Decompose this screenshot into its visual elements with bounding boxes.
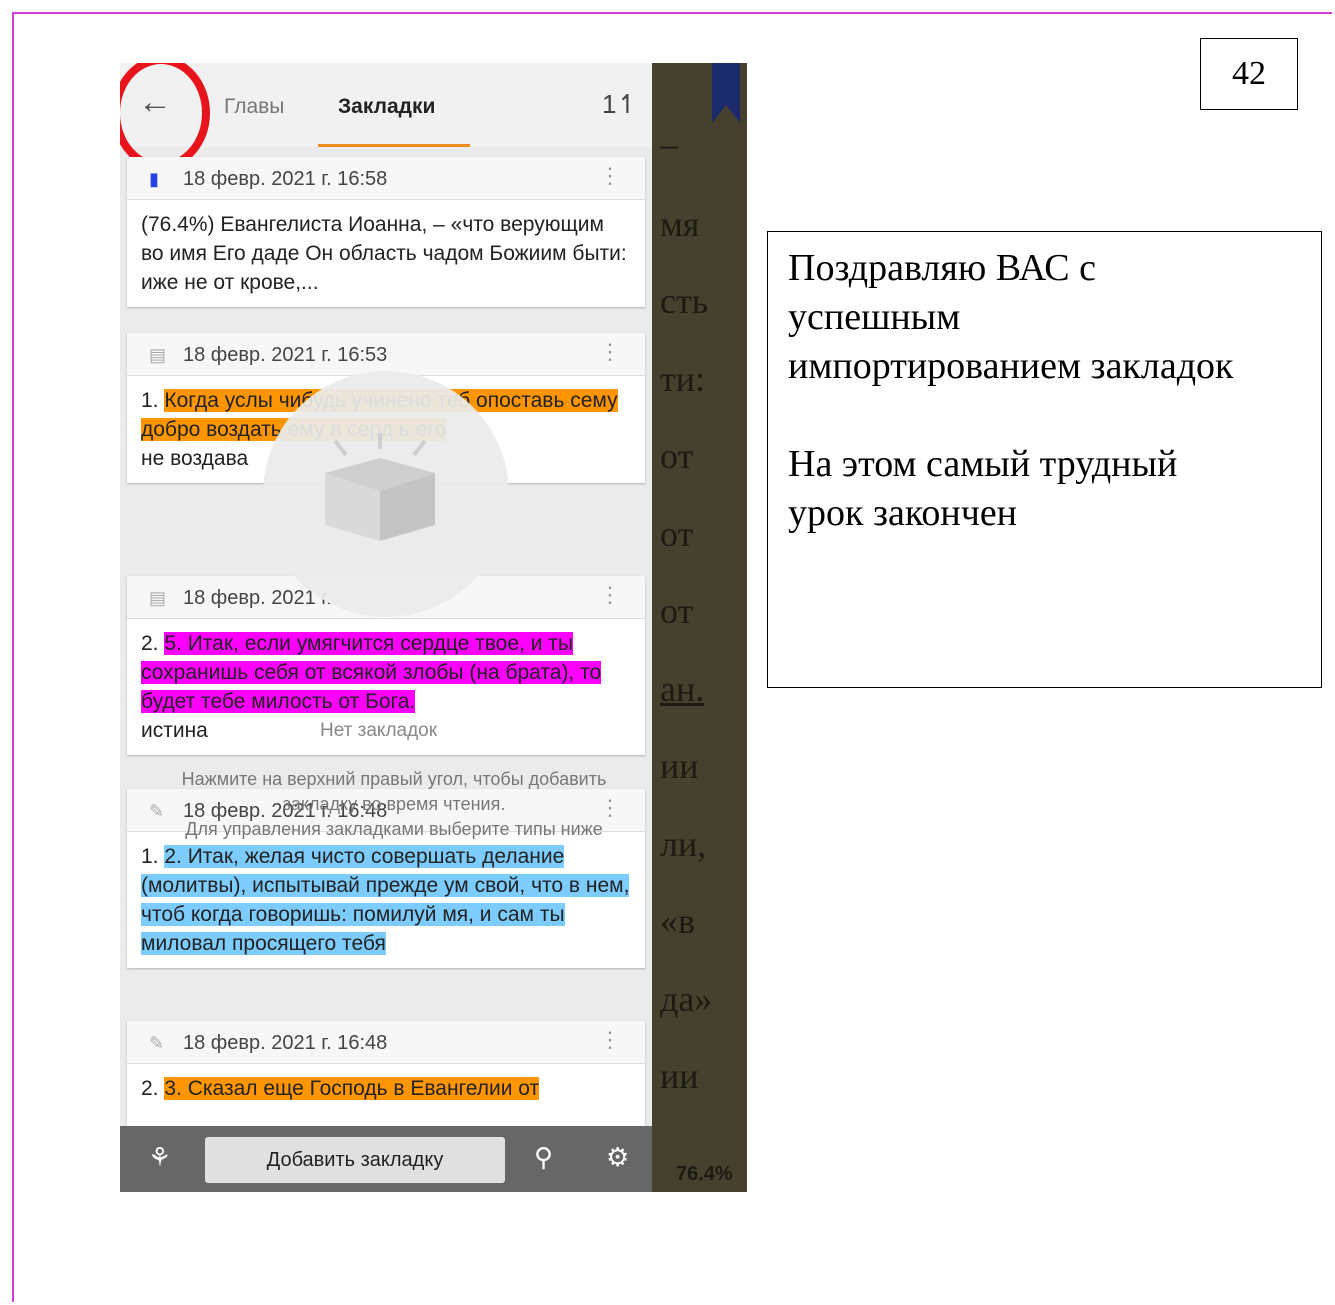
reader-word: ии	[660, 746, 699, 786]
card-prefix: 1.	[141, 845, 165, 868]
active-tab-indicator	[318, 144, 470, 147]
card-date: 18 февр. 2021 г. 16:58	[183, 168, 388, 190]
card-text: 1. 2. Итак, желая чисто совершать делани…	[127, 832, 645, 968]
bookmark-card[interactable]: ✎ 18 февр. 2021 г. 16:48 ⋮ 1. 2. Итак, ж…	[127, 789, 645, 968]
more-options-icon[interactable]: ⋮	[599, 582, 621, 608]
bookmark-ribbon-icon	[712, 63, 740, 123]
card-prefix: 2.	[141, 632, 165, 655]
reader-word: –	[660, 124, 678, 164]
pencil-icon: ✎	[149, 1033, 165, 1053]
empty-state-hint: закладку во время чтения.	[282, 794, 506, 814]
reader-word: ти:	[660, 359, 705, 399]
card-header: ▤ 18 февр. 2021 г. 16:53 ⋮	[127, 333, 645, 376]
filter-types-icon[interactable]: ⚘	[148, 1142, 171, 1173]
phone-screenshot: – мя сть ти: от от от ан. ии ли, «в да» …	[120, 63, 747, 1192]
sort-icon[interactable]: 1↿	[602, 89, 638, 120]
reader-word: ии	[660, 1056, 699, 1096]
card-prefix: 2.	[141, 1077, 165, 1100]
card-date: 18 февр. 2021 г. 16:53	[183, 344, 388, 366]
reader-word: да»	[660, 979, 713, 1019]
reader-word: ан.	[660, 669, 705, 709]
reader-word: от	[660, 436, 694, 476]
empty-state-title: Нет закладок	[320, 720, 438, 741]
note-icon: ▤	[149, 588, 167, 608]
note-line: импортированием закладок	[788, 345, 1234, 387]
more-options-icon[interactable]: ⋮	[599, 1027, 621, 1053]
more-options-icon[interactable]: ⋮	[599, 339, 621, 365]
tab-chapters[interactable]: Главы	[224, 95, 284, 119]
reader-word: ли,	[660, 824, 707, 864]
add-bookmark-button[interactable]: Добавить закладку	[205, 1137, 505, 1183]
more-options-icon[interactable]: ⋮	[599, 163, 621, 189]
highlighted-text: 3. Сказал еще Господь в Евангелии от	[164, 1077, 540, 1100]
card-text: (76.4%) Евангелиста Иоанна, – «что верую…	[141, 213, 627, 294]
top-bar: ← Главы Закладки 1↿	[120, 63, 652, 170]
card-date: 18 февр. 2021 г. 16:48	[183, 1032, 388, 1054]
note-line: успешным	[788, 296, 961, 338]
reader-word: «в	[660, 901, 695, 941]
note-line: На этом самый трудный	[788, 443, 1178, 485]
bookmark-card[interactable]: ▮ 18 февр. 2021 г. 16:58 ⋮ (76.4%) Еванг…	[127, 157, 645, 307]
tab-bookmarks[interactable]: Закладки	[338, 95, 435, 119]
progress-percent: 76.4%	[676, 1163, 733, 1185]
note-line: урок закончен	[788, 492, 1018, 534]
highlighted-text: 2. Итак, желая чисто совершать делание (…	[141, 845, 630, 955]
highlighted-text: 5. Итак, если умягчится сердце твое, и т…	[141, 632, 602, 713]
bookmark-card[interactable]: ✎ 18 февр. 2021 г. 16:48 ⋮ 2. 3. Сказал …	[127, 1021, 645, 1126]
note-line: Поздравляю ВАС с	[788, 247, 1096, 289]
empty-state-hint: Для управления закладками выберите типы …	[185, 819, 603, 839]
card-text: 2. 3. Сказал еще Господь в Евангелии от	[127, 1064, 645, 1113]
page-number: 42	[1200, 38, 1298, 110]
search-icon[interactable]: ⚲	[534, 1142, 553, 1173]
reader-word: от	[660, 514, 694, 554]
reader-background: – мя сть ти: от от от ан. ии ли, «в да» …	[652, 63, 747, 1192]
card-prefix: 1.	[141, 389, 165, 412]
highlight-circle	[120, 63, 210, 170]
reader-word: от	[660, 591, 694, 631]
reader-word: мя	[660, 204, 700, 244]
empty-box-icon	[325, 433, 435, 541]
card-header: ✎ 18 февр. 2021 г. 16:48 ⋮	[127, 1021, 645, 1064]
bookmarks-panel: ← Главы Закладки 1↿ ▮ 18 февр. 2021 г. 1…	[120, 63, 652, 1192]
congratulations-note: Поздравляю ВАС с успешным импортирование…	[767, 231, 1322, 688]
reader-word: сть	[660, 281, 709, 321]
bookmark-icon: ▮	[149, 169, 159, 189]
empty-state-hint: Нажмите на верхний правый угол, чтобы до…	[181, 769, 607, 789]
gear-icon[interactable]: ⚙	[606, 1142, 629, 1173]
bottom-bar: ⚘ Добавить закладку ⚲ ⚙	[120, 1126, 652, 1192]
card-header: ▮ 18 февр. 2021 г. 16:58 ⋮	[127, 157, 645, 200]
note-icon: ▤	[149, 345, 167, 365]
